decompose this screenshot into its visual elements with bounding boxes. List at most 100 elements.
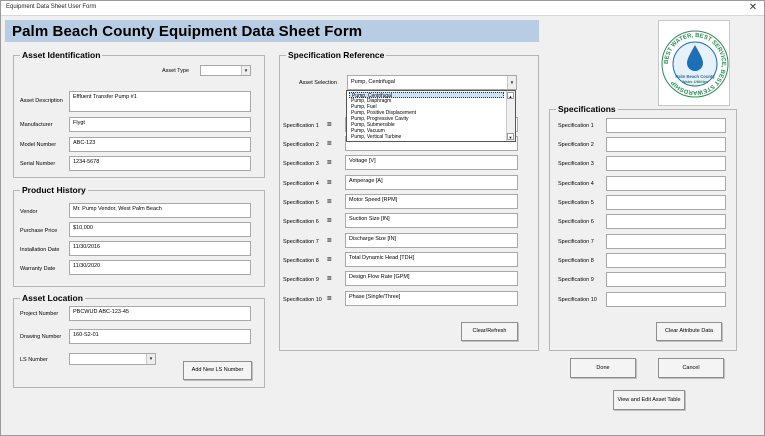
- user-form-window: Equipment Data Sheet User Form ✕ Palm Be…: [0, 0, 765, 436]
- spec-ref-field-6[interactable]: Suction Size [IN]: [345, 213, 518, 228]
- spec-label-3: Specification 3: [558, 161, 594, 167]
- equals-sign: =: [327, 139, 332, 148]
- spec-field-10[interactable]: [606, 292, 726, 307]
- scroll-up-icon[interactable]: ▲: [507, 92, 514, 99]
- installation-date-field[interactable]: 11/30/2016: [69, 241, 251, 256]
- form-title: Palm Beach County Equipment Data Sheet F…: [12, 23, 363, 40]
- warranty-date-label: Warranty Date: [20, 266, 56, 272]
- equals-sign: =: [327, 255, 332, 264]
- vendor-field[interactable]: Mr. Pump Vendor, West Palm Beach: [69, 203, 251, 218]
- asset-identification-legend: Asset Identification: [20, 50, 103, 60]
- spec-ref-label-5: Specification 5: [283, 200, 319, 206]
- view-edit-asset-table-button[interactable]: View and Edit Asset Table: [613, 390, 685, 410]
- equals-sign: =: [327, 120, 332, 129]
- spec-label-5: Specification 5: [558, 200, 594, 206]
- spec-ref-label-8: Specification 8: [283, 258, 319, 264]
- equals-sign: =: [327, 236, 332, 245]
- window-title: Equipment Data Sheet User Form: [6, 4, 97, 10]
- add-ls-number-button[interactable]: Add New LS Number: [183, 361, 252, 380]
- asset-selection-label: Asset Selection: [299, 80, 337, 86]
- warranty-date-field[interactable]: 11/30/2020: [69, 260, 251, 275]
- spec-label-2: Specification 2: [558, 142, 594, 148]
- spec-ref-label-6: Specification 6: [283, 219, 319, 225]
- spec-ref-label-2: Specification 2: [283, 142, 319, 148]
- list-item[interactable]: Pump, Vertical Turbine: [349, 134, 504, 140]
- manufacturer-label: Manufacturer: [20, 122, 53, 128]
- spec-ref-field-9[interactable]: Design Flow Rate [GPM]: [345, 271, 518, 286]
- manufacturer-field[interactable]: Flygt: [69, 117, 251, 132]
- chevron-down-icon[interactable]: ▼: [146, 354, 155, 364]
- water-utilities-logo: BEST WATER, BEST SERVICE, BEST STEWARDSH…: [658, 20, 730, 106]
- asset-selection-dropdown[interactable]: Pump, Centrifugal ▼: [347, 75, 517, 90]
- spec-field-6[interactable]: [606, 214, 726, 229]
- logo-inner-line2: Water Utilities: [682, 79, 709, 84]
- spec-ref-label-1: Specification 1: [283, 123, 319, 129]
- asset-identification-frame: Asset Identification Asset Type ▼ Asset …: [13, 50, 265, 178]
- equals-sign: =: [327, 197, 332, 206]
- purchase-price-field[interactable]: $10,000: [69, 222, 251, 237]
- spec-ref-field-7[interactable]: Discharge Size [IN]: [345, 233, 518, 248]
- spec-ref-label-7: Specification 7: [283, 239, 319, 245]
- clear-attribute-data-button[interactable]: Clear Attribute Data: [656, 322, 722, 341]
- asset-type-dropdown[interactable]: ▼: [200, 65, 251, 76]
- spec-ref-field-10[interactable]: Phase [Single/Three]: [345, 291, 518, 306]
- spec-field-9[interactable]: [606, 272, 726, 287]
- equals-sign: =: [327, 158, 332, 167]
- purchase-price-label: Purchase Price: [20, 228, 58, 234]
- spec-field-7[interactable]: [606, 234, 726, 249]
- ls-number-label: LS Number: [20, 357, 48, 363]
- ls-number-dropdown[interactable]: ▼: [69, 353, 156, 365]
- drawing-number-label: Drawing Number: [20, 334, 62, 340]
- equals-sign: =: [327, 178, 332, 187]
- spec-ref-field-3[interactable]: Voltage [V]: [345, 155, 518, 170]
- cancel-button[interactable]: Cancel: [658, 358, 724, 378]
- specifications-frame: Specifications Specification 1 Specifica…: [549, 104, 737, 351]
- chevron-down-icon[interactable]: ▼: [507, 76, 516, 89]
- product-history-legend: Product History: [20, 185, 88, 195]
- asset-location-legend: Asset Location: [20, 293, 85, 303]
- spec-field-4[interactable]: [606, 176, 726, 191]
- chevron-down-icon[interactable]: ▼: [241, 66, 250, 75]
- project-number-field[interactable]: PBCWUD ABC-123-45: [69, 306, 251, 321]
- window-titlebar: Equipment Data Sheet User Form ✕: [1, 1, 764, 16]
- spec-field-2[interactable]: [606, 137, 726, 152]
- scroll-down-icon[interactable]: ▼: [507, 133, 514, 140]
- close-icon[interactable]: ✕: [746, 2, 760, 14]
- drawing-number-field[interactable]: 160-S2-01: [69, 329, 251, 344]
- spec-field-1[interactable]: [606, 118, 726, 133]
- spec-ref-field-4[interactable]: Amperage [A]: [345, 175, 518, 190]
- spec-ref-field-8[interactable]: Total Dynamic Head [TDH]: [345, 252, 518, 267]
- spec-field-5[interactable]: [606, 195, 726, 210]
- spec-ref-label-9: Specification 9: [283, 277, 319, 283]
- spec-ref-label-4: Specification 4: [283, 181, 319, 187]
- spec-label-9: Specification 9: [558, 277, 594, 283]
- model-number-field[interactable]: ABC-123: [69, 137, 251, 152]
- equals-sign: =: [327, 294, 332, 303]
- project-number-label: Project Number: [20, 311, 59, 317]
- equals-sign: =: [327, 216, 332, 225]
- installation-date-label: Installation Date: [20, 247, 60, 253]
- model-number-label: Model Number: [20, 142, 57, 148]
- asset-description-field[interactable]: Effluent Transfer Pump #1: [69, 91, 251, 112]
- spec-ref-label-10: Specification 10: [283, 297, 322, 303]
- spec-field-8[interactable]: [606, 253, 726, 268]
- done-button[interactable]: Done: [570, 358, 636, 378]
- product-history-frame: Product History Vendor Mr. Pump Vendor, …: [13, 185, 265, 287]
- asset-location-frame: Asset Location Project Number PBCWUD ABC…: [13, 293, 265, 388]
- spec-ref-field-5[interactable]: Motor Speed [RPM]: [345, 194, 518, 209]
- asset-description-label: Asset Description: [20, 98, 63, 104]
- spec-label-1: Specification 1: [558, 123, 594, 129]
- spec-field-3[interactable]: [606, 156, 726, 171]
- asset-selection-options-list[interactable]: Pump, Centrifugal Pump, Diaphragm Pump, …: [346, 90, 516, 142]
- spec-label-7: Specification 7: [558, 239, 594, 245]
- serial-number-label: Serial Number: [20, 161, 56, 167]
- clear-refresh-button[interactable]: Clear/Refresh: [461, 322, 518, 341]
- spec-ref-label-3: Specification 3: [283, 161, 319, 167]
- spec-label-6: Specification 6: [558, 219, 594, 225]
- asset-type-label: Asset Type: [162, 68, 190, 74]
- spec-label-4: Specification 4: [558, 181, 594, 187]
- list-scrollbar[interactable]: ▲ ▼: [506, 91, 515, 141]
- serial-number-field[interactable]: 1234-5678: [69, 156, 251, 171]
- specification-reference-legend: Specification Reference: [286, 50, 387, 60]
- specifications-legend: Specifications: [556, 104, 618, 114]
